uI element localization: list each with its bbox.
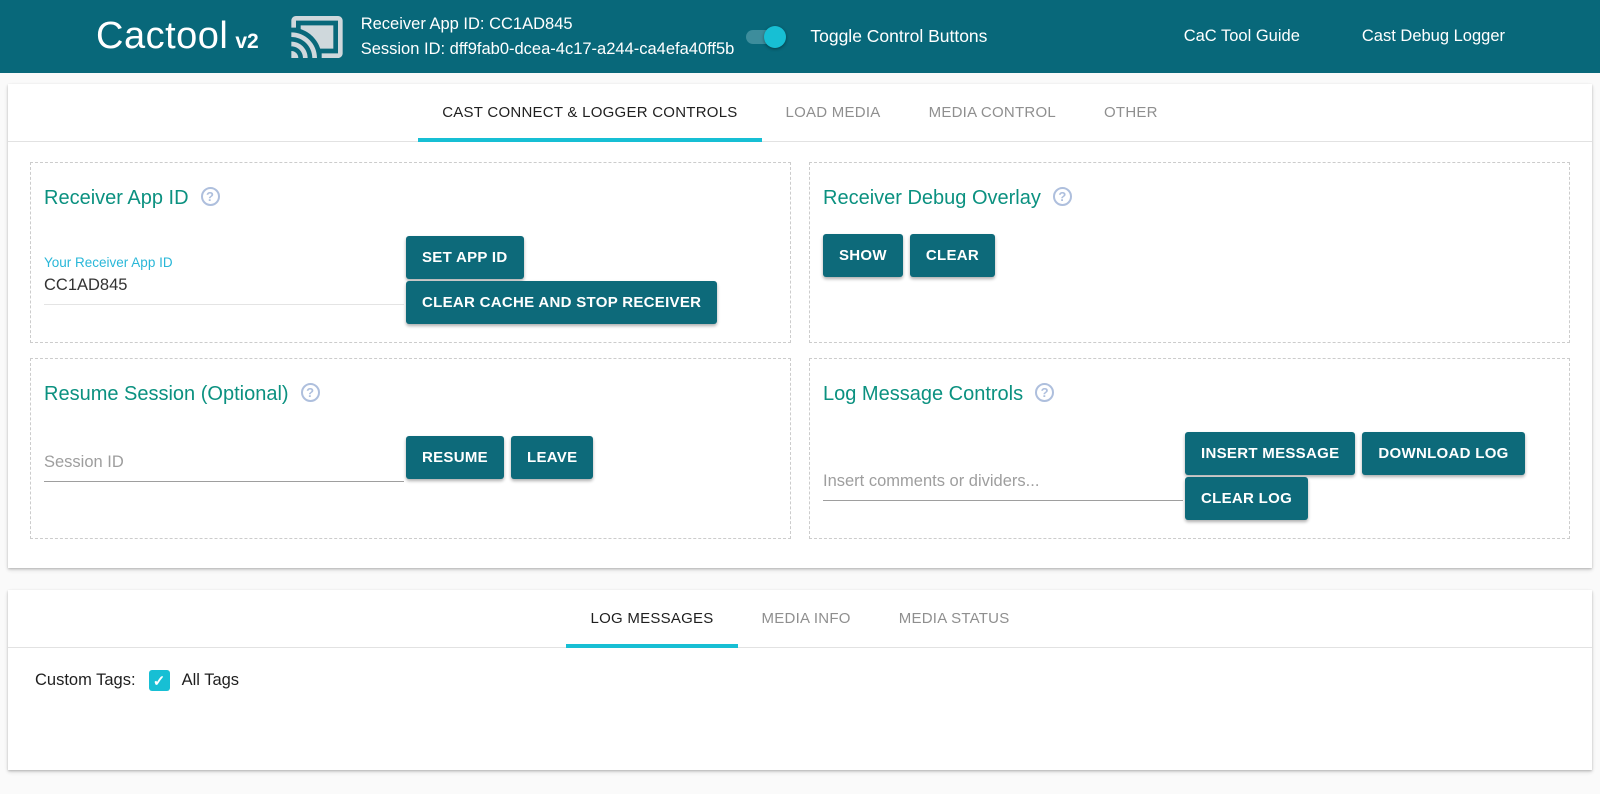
tab-media-status[interactable]: MEDIA STATUS (875, 590, 1034, 647)
cast-icon (289, 9, 345, 65)
all-tags-checkbox[interactable]: ✓ (149, 670, 170, 691)
tab-cast-connect-logger-controls[interactable]: CAST CONNECT & LOGGER CONTROLS (418, 84, 761, 141)
controls-panel: CAST CONNECT & LOGGER CONTROLS LOAD MEDI… (8, 84, 1592, 568)
set-app-id-button[interactable]: SET APP ID (406, 236, 524, 279)
show-overlay-button[interactable]: SHOW (823, 234, 903, 277)
card-title: Log Message Controls (823, 383, 1023, 406)
help-icon[interactable]: ? (1035, 383, 1054, 402)
clear-overlay-button[interactable]: CLEAR (910, 234, 995, 277)
receiver-app-id-field-label: Your Receiver App ID (44, 255, 404, 273)
link-cast-debug-logger[interactable]: Cast Debug Logger (1362, 27, 1505, 46)
tab-media-control[interactable]: MEDIA CONTROL (905, 84, 1080, 141)
clear-cache-and-stop-receiver-button[interactable]: CLEAR CACHE AND STOP RECEIVER (406, 281, 717, 324)
session-id-line: Session ID: dff9fab0-dcea-4c17-a244-ca4e… (361, 37, 735, 62)
control-buttons-toggle[interactable] (744, 25, 784, 49)
app-brand: Cactool v2 (96, 15, 259, 58)
help-icon[interactable]: ? (201, 187, 220, 206)
log-message-controls-card: Log Message Controls ? INSERT MESSAGE DO… (809, 358, 1570, 539)
receiver-app-id-line: Receiver App ID: CC1AD845 (361, 12, 735, 37)
toggle-knob (764, 26, 786, 48)
insert-message-button[interactable]: INSERT MESSAGE (1185, 432, 1355, 475)
log-messages-panel: LOG MESSAGES MEDIA INFO MEDIA STATUS Cus… (8, 590, 1592, 770)
log-message-input[interactable] (823, 469, 1183, 501)
main-tab-bar: CAST CONNECT & LOGGER CONTROLS LOAD MEDI… (8, 84, 1592, 142)
card-title: Receiver Debug Overlay (823, 187, 1041, 210)
resume-button[interactable]: RESUME (406, 436, 504, 479)
clear-log-button[interactable]: CLEAR LOG (1185, 477, 1308, 520)
tab-other[interactable]: OTHER (1080, 84, 1182, 141)
log-message-field-group (823, 451, 1183, 501)
receiver-debug-overlay-card: Receiver Debug Overlay ? SHOW CLEAR (809, 162, 1570, 343)
receiver-app-id-field-group: Your Receiver App ID (44, 255, 404, 305)
app-header: Cactool v2 Receiver App ID: CC1AD845 Ses… (0, 0, 1600, 73)
log-filter-row: Custom Tags: ✓ All Tags (35, 670, 1592, 691)
tab-load-media[interactable]: LOAD MEDIA (762, 84, 905, 141)
session-id-input[interactable] (44, 450, 404, 482)
receiver-app-id-input[interactable] (44, 273, 404, 305)
tab-media-info[interactable]: MEDIA INFO (738, 590, 875, 647)
tab-log-messages[interactable]: LOG MESSAGES (566, 590, 737, 647)
toggle-label: Toggle Control Buttons (810, 26, 987, 47)
help-icon[interactable]: ? (301, 383, 320, 402)
bottom-tab-bar: LOG MESSAGES MEDIA INFO MEDIA STATUS (8, 590, 1592, 648)
app-version: v2 (235, 30, 258, 54)
session-id-field-group (44, 432, 404, 482)
link-cac-tool-guide[interactable]: CaC Tool Guide (1184, 27, 1300, 46)
download-log-button[interactable]: DOWNLOAD LOG (1362, 432, 1524, 475)
session-info: Receiver App ID: CC1AD845 Session ID: df… (361, 12, 735, 62)
leave-button[interactable]: LEAVE (511, 436, 593, 479)
all-tags-label: All Tags (182, 671, 239, 690)
resume-session-card: Resume Session (Optional) ? RESUME LEAVE (30, 358, 791, 539)
card-grid: Receiver App ID ? Your Receiver App ID S… (30, 162, 1570, 539)
card-title: Receiver App ID (44, 187, 189, 210)
custom-tags-label: Custom Tags: (35, 671, 136, 690)
app-title: Cactool (96, 15, 228, 58)
card-title: Resume Session (Optional) (44, 383, 289, 406)
help-icon[interactable]: ? (1053, 187, 1072, 206)
receiver-app-id-card: Receiver App ID ? Your Receiver App ID S… (30, 162, 791, 343)
